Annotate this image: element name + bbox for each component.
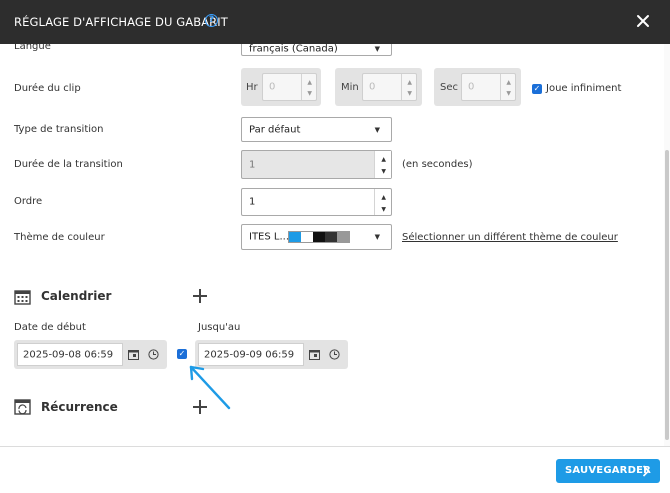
theme-swatch [313,232,325,242]
clock-icon[interactable] [329,349,340,360]
annotation-arrow-icon [189,365,231,410]
transition-duration-stepper[interactable]: 1 ▲ ▼ [241,150,392,179]
footer-divider [0,446,670,447]
add-recurrence-icon[interactable] [193,400,207,414]
color-theme-select[interactable]: ITES L... ▼ [241,224,392,250]
recurrence-title: Récurrence [41,400,118,414]
modal-title: RÉGLAGE D'AFFICHAGE DU GABARIT [14,15,228,29]
save-button[interactable]: SAUVEGARDER [556,459,660,483]
stepper-arrows-icon[interactable]: ▲ ▼ [307,77,312,99]
seconds-group: Sec 0 ▲ ▼ [434,68,521,106]
close-icon[interactable] [636,14,650,28]
calendar-icon [14,290,31,305]
order-label: Ordre [14,196,43,207]
end-date-checkbox[interactable]: ✓ [177,349,187,359]
transition-duration-label: Durée de la transition [14,159,123,170]
start-date-label: Date de début [14,322,86,333]
add-calendar-icon[interactable] [193,289,207,303]
minutes-label: Min [341,82,359,93]
chevron-down-icon: ▼ [374,233,380,241]
language-label: Langue [14,44,51,52]
transition-unit: (en secondes) [402,159,473,170]
theme-swatches [288,231,350,243]
transition-type-label: Type de transition [14,124,104,135]
calendar-picker-icon[interactable] [309,349,320,360]
end-date-label: Jusqu'au [198,322,241,333]
infinite-label: Joue infiniment [546,83,622,94]
theme-swatch [325,232,337,242]
select-theme-link[interactable]: Sélectionner un différent thème de coule… [402,232,618,243]
seconds-stepper[interactable]: 0 ▲ ▼ [461,73,516,101]
recurrence-icon [14,399,31,415]
calendar-title: Calendrier [41,289,112,303]
start-date-group: 2025-09-08 06:59 [14,340,167,369]
hours-stepper[interactable]: 0 ▲ ▼ [262,73,317,101]
theme-swatch [301,232,313,242]
color-theme-label: Thème de couleur [14,232,105,243]
stepper-arrows-icon[interactable]: ▲ ▼ [506,77,511,99]
stepper-arrows-icon[interactable]: ▲ ▼ [381,154,386,178]
infinite-checkbox[interactable]: ✓ [532,84,542,94]
minutes-stepper[interactable]: 0 ▲ ▼ [362,73,417,101]
theme-swatch [337,232,349,242]
chevron-down-icon: ▼ [374,45,380,53]
calendar-picker-icon[interactable] [128,349,139,360]
order-stepper[interactable]: 1 ▲ ▼ [241,188,392,216]
clock-icon[interactable] [148,349,159,360]
modal-body: Langue français (Canada) ▼ Durée du clip… [0,44,664,446]
hours-label: Hr [246,82,258,93]
scrollbar-thumb[interactable] [665,150,669,440]
minutes-group: Min 0 ▲ ▼ [335,68,422,106]
start-date-input[interactable]: 2025-09-08 06:59 [17,343,123,366]
chevron-right-icon [642,465,650,477]
language-select[interactable]: français (Canada) ▼ [241,44,392,56]
hours-group: Hr 0 ▲ ▼ [241,68,321,106]
transition-type-select[interactable]: Par défaut ▼ [241,117,392,142]
chevron-down-icon: ▼ [374,125,380,134]
clip-duration-label: Durée du clip [14,83,81,94]
modal-header: RÉGLAGE D'AFFICHAGE DU GABARIT ? [0,0,670,44]
theme-swatch [289,232,301,242]
stepper-arrows-icon[interactable]: ▲ ▼ [407,77,412,99]
seconds-label: Sec [440,82,458,93]
help-icon[interactable]: ? [205,14,218,27]
stepper-arrows-icon[interactable]: ▲ ▼ [381,192,386,216]
